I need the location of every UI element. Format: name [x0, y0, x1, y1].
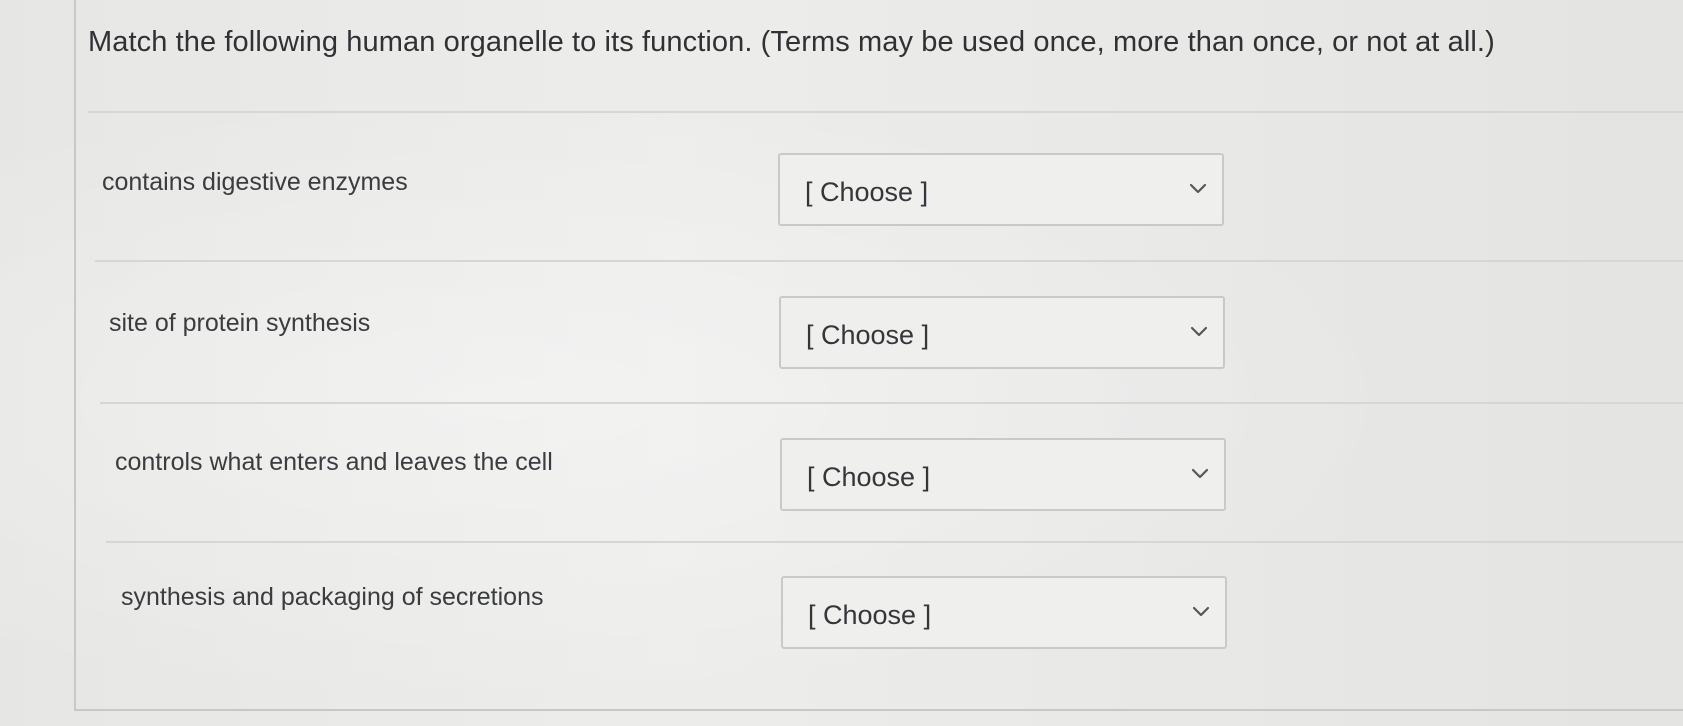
divider-row-3	[106, 541, 1683, 543]
prompt-controls-what-enters-and-leaves-the-cell: controls what enters and leaves the cell	[115, 448, 553, 476]
prompt-site-of-protein-synthesis: site of protein synthesis	[109, 309, 371, 337]
divider-top	[88, 111, 1683, 113]
answer-select-value: [ Choose ]	[806, 320, 930, 350]
answer-select-value: [ Choose ]	[808, 600, 932, 630]
answer-select-site-of-protein-synthesis[interactable]: [ Choose ]	[779, 296, 1225, 369]
answer-select-value: [ Choose ]	[805, 177, 929, 207]
prompt-synthesis-and-packaging-of-secretions: synthesis and packaging of secretions	[121, 583, 544, 611]
prompt-contains-digestive-enzymes: contains digestive enzymes	[102, 168, 408, 196]
question-text: Match the following human organelle to i…	[88, 26, 1495, 58]
chevron-down-icon	[1190, 465, 1210, 483]
answer-select-value: [ Choose ]	[807, 462, 931, 492]
answer-select-contains-digestive-enzymes[interactable]: [ Choose ]	[778, 153, 1224, 226]
chevron-down-icon	[1191, 603, 1211, 621]
divider-row-2	[100, 402, 1683, 404]
chevron-down-icon	[1188, 180, 1208, 198]
divider-row-1	[95, 260, 1683, 262]
chevron-down-icon	[1189, 323, 1209, 341]
answer-select-controls-what-enters-and-leaves-the-cell[interactable]: [ Choose ]	[780, 438, 1226, 511]
answer-select-synthesis-and-packaging-of-secretions[interactable]: [ Choose ]	[781, 576, 1227, 649]
